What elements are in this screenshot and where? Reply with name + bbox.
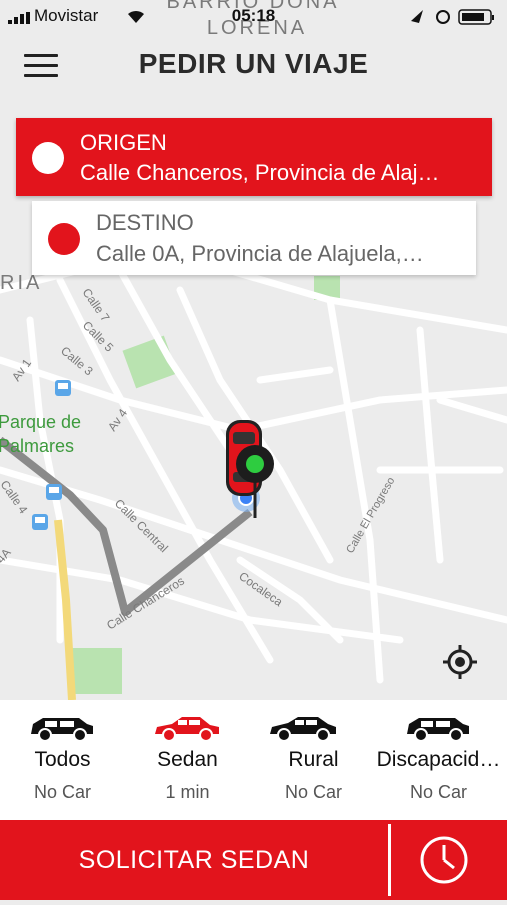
destination-label: DESTINO xyxy=(96,210,194,235)
page-title: PEDIR UN VIAJE xyxy=(138,48,369,79)
schedule-button[interactable] xyxy=(391,820,507,900)
origin-field[interactable]: ORIGEN Calle Chanceros, Provincia de Ala… xyxy=(16,118,492,196)
destination-field[interactable]: DESTINO Calle 0A, Provincia de Alajuela,… xyxy=(32,201,476,275)
origin-dot-icon xyxy=(32,142,64,174)
bus-stop-icon xyxy=(32,514,48,530)
vehicle-name: Rural xyxy=(288,748,339,771)
vehicle-option-rural[interactable]: Rural No Car xyxy=(251,700,376,820)
park-area xyxy=(72,648,122,694)
bottom-action-bar: SOLICITAR SEDAN xyxy=(0,820,507,900)
status-icons xyxy=(407,7,497,32)
car-sedan-icon xyxy=(155,717,219,742)
vehicle-name: Todos xyxy=(34,748,91,771)
vehicle-eta: No Car xyxy=(33,782,91,802)
vehicle-option-discapacidad[interactable]: Discapacid… No Car xyxy=(376,700,501,820)
status-bar: Movistar 05:18 xyxy=(0,0,507,34)
map-canvas: BARRIO DOÑA LORENA RIA Parque de Palmare… xyxy=(0,0,507,700)
battery-icon xyxy=(411,9,494,25)
vehicle-name: Sedan xyxy=(157,748,218,771)
vehicle-option-sedan[interactable]: Sedan 1 min xyxy=(125,700,250,820)
bus-stop-icon xyxy=(55,380,71,396)
map-view[interactable]: BARRIO DOÑA LORENA RIA Parque de Palmare… xyxy=(0,0,507,700)
vehicle-selector: Todos No Car Sedan 1 min Rural No Car Di… xyxy=(0,700,507,820)
vehicle-eta: No Car xyxy=(409,782,467,802)
origin-label: ORIGEN xyxy=(80,130,167,155)
vehicle-eta: 1 min xyxy=(165,782,210,802)
destination-dot-icon xyxy=(48,223,80,255)
car-rural-icon xyxy=(270,717,336,742)
request-ride-button[interactable]: SOLICITAR SEDAN xyxy=(0,820,388,900)
vehicle-eta: No Car xyxy=(284,782,342,802)
header-bar: PEDIR UN VIAJE xyxy=(0,40,507,96)
vehicle-name: Discapacid… xyxy=(376,748,501,771)
car-accessible-icon xyxy=(407,718,469,742)
clock-icon xyxy=(420,836,468,884)
car-suv-icon xyxy=(31,718,93,742)
my-location-button[interactable] xyxy=(442,644,478,680)
destination-address: Calle 0A, Provincia de Alajuela,… xyxy=(96,241,424,266)
origin-address: Calle Chanceros, Provincia de Alaj… xyxy=(80,160,440,185)
vehicle-option-todos[interactable]: Todos No Car xyxy=(0,700,125,820)
bus-stop-icon xyxy=(46,484,62,500)
map-label-park: Parque de xyxy=(0,412,81,432)
map-label-park: Palmares xyxy=(0,436,74,456)
map-label-area: RIA xyxy=(0,272,42,294)
crosshair-icon xyxy=(443,645,477,679)
